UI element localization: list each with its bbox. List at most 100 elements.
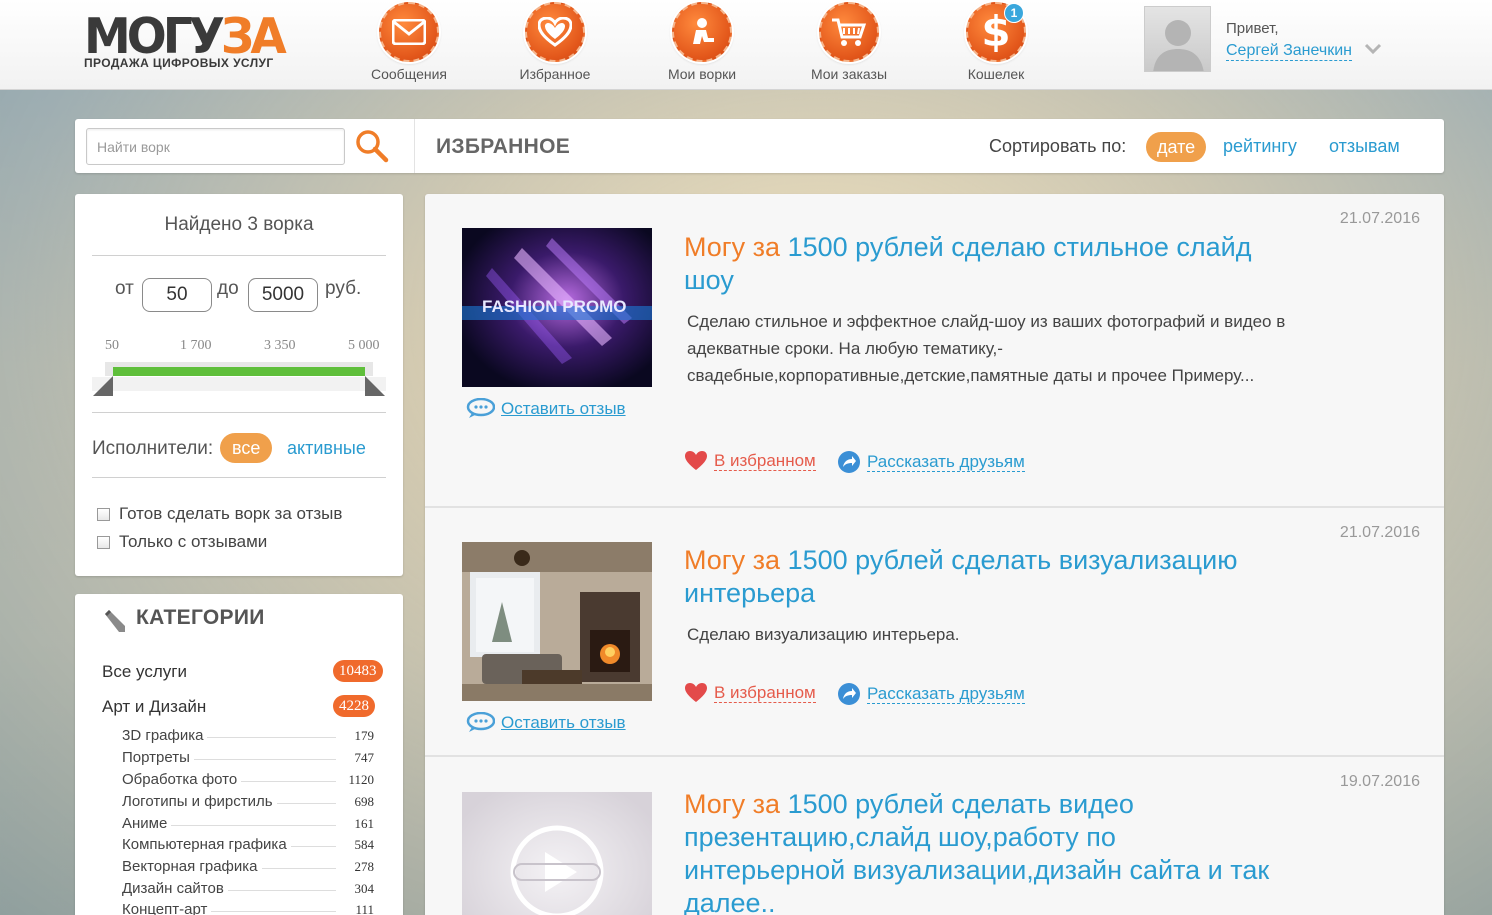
work-card: 21.07.2016 FASHION PROMO Могу за 1500 ру… (425, 194, 1444, 508)
slider-tick-label: 5 000 (348, 338, 380, 353)
price-min-input[interactable]: 50 (142, 278, 212, 312)
logo-tagline: ПРОДАЖА ЦИФРОВЫХ УСЛУГ (84, 56, 274, 70)
share-icon (838, 451, 860, 473)
only-reviews-checkbox-label: Только с отзывами (119, 532, 268, 551)
share-link[interactable]: Рассказать друзьям (837, 682, 1025, 706)
sort-label: Сортировать по: (989, 136, 1127, 156)
favorite-label: В избранном (714, 450, 816, 471)
subcategory-item[interactable]: Обработка фото 1120 (122, 767, 374, 788)
card-date: 21.07.2016 (1339, 210, 1420, 227)
work-card: 21.07.2016 Могу за 1500 рублей сделать в… (425, 508, 1444, 757)
avatar[interactable] (1144, 6, 1211, 72)
categories-panel: КАТЕГОРИИ Все услуги 10483 Арт и Дизайн … (75, 594, 403, 915)
page-title: ИЗБРАННОЕ (436, 135, 571, 158)
price-slider-range (113, 367, 365, 376)
checkbox-row-only-reviews[interactable]: Только с отзывами (97, 532, 267, 552)
search-icon[interactable] (355, 129, 389, 163)
nav-my-works[interactable]: Мои ворки (642, 2, 762, 82)
dollar-icon: $ 1 (966, 2, 1026, 62)
work-thumbnail[interactable] (462, 792, 652, 915)
subcategory-item[interactable]: Дизайн сайтов 304 (122, 876, 374, 897)
greeting-text: Привет, (1226, 20, 1279, 37)
category-art-design[interactable]: Арт и Дизайн (102, 697, 206, 717)
wallet-badge: 1 (1004, 3, 1024, 23)
category-all-services[interactable]: Все услуги (102, 662, 187, 682)
only-reviews-checkbox[interactable] (97, 535, 110, 549)
found-count: Найдено 3 ворка (164, 214, 314, 235)
checkbox-row-review[interactable]: Готов сделать ворк за отзыв (97, 504, 342, 524)
cart-icon (819, 2, 879, 62)
nav-wallet[interactable]: $ 1 Кошелек (936, 2, 1056, 82)
nav-my-works-label: Мои ворки (667, 66, 737, 82)
nav-messages[interactable]: Сообщения (349, 2, 469, 82)
thumbnail-text: FASHION PROMO (482, 297, 627, 316)
sort-by-rating-link[interactable]: рейтингу (1223, 136, 1297, 157)
subcategory-item[interactable]: Логотипы и фирстиль 698 (122, 789, 374, 810)
heart-icon (525, 2, 585, 62)
share-icon (838, 683, 860, 705)
favorite-toggle[interactable]: В избранном (684, 450, 816, 471)
nav-favorites-label: Избранное (519, 66, 591, 82)
top-header: МОГУЗА ПРОДАЖА ЦИФРОВЫХ УСЛУГ Сообщения … (0, 0, 1492, 90)
subcategory-item[interactable]: 3D графика 179 (122, 723, 374, 744)
performers-all-button[interactable]: все (220, 433, 273, 463)
divider (92, 477, 386, 478)
review-checkbox[interactable] (97, 507, 110, 521)
price-to-label: до (217, 278, 239, 299)
leave-review-link[interactable]: Оставить отзыв (466, 398, 626, 419)
nav-favorites[interactable]: Избранное (495, 2, 615, 82)
work-description: Сделаю стильное и эффектное слайд-шоу из… (687, 312, 1286, 385)
work-title-link[interactable]: Могу за 1500 рублей сделать видео презен… (684, 788, 1284, 915)
divider (92, 255, 386, 256)
slider-tick-label: 3 350 (264, 338, 296, 353)
price-slider-base (92, 377, 386, 391)
currency-label: руб. (325, 278, 362, 299)
subcategory-item[interactable]: Компьютерная графика 584 (122, 832, 374, 853)
user-name-link[interactable]: Сергей Занечкин (1226, 42, 1352, 61)
slider-min-handle[interactable] (92, 374, 114, 396)
heart-icon (685, 451, 707, 470)
price-from-label: от (115, 278, 134, 299)
share-label: Рассказать друзьям (867, 684, 1025, 704)
leave-review-link[interactable]: Оставить отзыв (466, 712, 626, 733)
share-link[interactable]: Рассказать друзьям (837, 450, 1025, 474)
nav-messages-label: Сообщения (371, 66, 447, 82)
subcategory-item[interactable]: Векторная графика 278 (122, 854, 374, 875)
search-sort-bar: ИЗБРАННОЕ Сортировать по: дате рейтингу … (75, 119, 1444, 173)
work-title-link[interactable]: Могу за 1500 рублей сделаю стильное слай… (684, 231, 1284, 297)
nav-wallet-label: Кошелек (967, 66, 1025, 82)
chevron-down-icon[interactable] (1364, 42, 1382, 61)
work-thumbnail[interactable] (462, 542, 652, 701)
performers-active-link[interactable]: активные (287, 438, 366, 459)
person-desk-icon (672, 2, 732, 62)
pencil-icon (105, 610, 125, 632)
sort-by-date-button[interactable]: дате (1146, 132, 1207, 162)
play-icon (462, 792, 652, 915)
speech-bubble-icon (466, 712, 495, 732)
sort-by-reviews-link[interactable]: отзывам (1329, 136, 1400, 157)
slider-max-handle[interactable] (364, 374, 386, 396)
categories-title: КАТЕГОРИИ (136, 606, 265, 629)
divider (92, 412, 386, 413)
favorite-toggle[interactable]: В избранном (684, 682, 816, 703)
speech-bubble-icon (466, 398, 495, 418)
site-logo[interactable]: МОГУЗА ПРОДАЖА ЦИФРОВЫХ УСЛУГ (84, 10, 287, 76)
subcategory-item[interactable]: Концепт-арт 111 (122, 897, 374, 915)
subcategory-item[interactable]: Аниме 161 (122, 811, 374, 832)
slider-tick-label: 1 700 (180, 338, 212, 353)
leave-review-label: Оставить отзыв (501, 712, 626, 732)
work-title-link[interactable]: Могу за 1500 рублей сделать визуализацию… (684, 544, 1284, 610)
work-thumbnail[interactable]: FASHION PROMO (462, 228, 652, 387)
envelope-icon (379, 2, 439, 62)
work-card: 19.07.2016 Могу за 1500 рублей сделать в… (425, 757, 1444, 915)
bar-divider (414, 119, 415, 173)
card-date: 21.07.2016 (1339, 524, 1420, 541)
price-max-input[interactable]: 5000 (248, 278, 318, 312)
subcategory-item[interactable]: Портреты 747 (122, 745, 374, 766)
leave-review-label: Оставить отзыв (501, 398, 626, 418)
search-input[interactable] (86, 128, 345, 165)
category-count-badge: 10483 (333, 660, 383, 682)
filter-panel: Найдено 3 ворка от 50 до 5000 руб. 50 1 … (75, 194, 403, 576)
card-date: 19.07.2016 (1339, 773, 1420, 790)
nav-my-orders[interactable]: Мои заказы (789, 2, 909, 82)
